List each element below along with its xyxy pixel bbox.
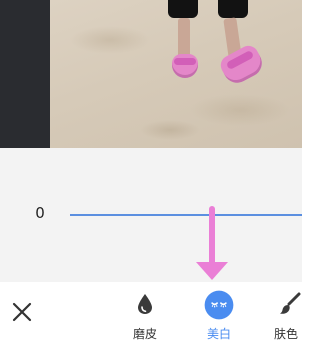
tool-smooth-skin-label: 磨皮 <box>132 327 157 341</box>
tool-whitening-label: 美白 <box>206 327 231 341</box>
preview-side-strip <box>0 0 50 148</box>
droplet-icon <box>138 294 152 314</box>
beauty-toolbar: 磨皮 美白 肤色 <box>0 282 302 344</box>
brush-icon <box>280 292 301 314</box>
smile-face-icon <box>204 290 234 320</box>
tool-smooth-skin[interactable]: 磨皮 <box>120 288 170 341</box>
tool-skin-tone[interactable]: 肤色 <box>266 288 316 341</box>
slipper-left-strap <box>174 58 196 65</box>
slider-value: 0 <box>35 204 45 222</box>
shorts-right <box>218 0 248 18</box>
adjustment-panel: 0 <box>0 148 302 282</box>
tool-whitening[interactable]: 美白 <box>194 288 244 341</box>
whitening-slider[interactable] <box>70 214 302 216</box>
shorts-left <box>168 0 198 18</box>
tool-skin-tone-label: 肤色 <box>274 327 299 341</box>
slipper-right <box>217 42 267 88</box>
slider-arrow-head <box>196 262 228 280</box>
slider-arrow-shaft <box>209 206 215 266</box>
photo-preview <box>0 0 302 148</box>
close-button[interactable] <box>8 298 36 326</box>
close-icon <box>12 302 32 322</box>
beach-photo <box>50 0 302 148</box>
